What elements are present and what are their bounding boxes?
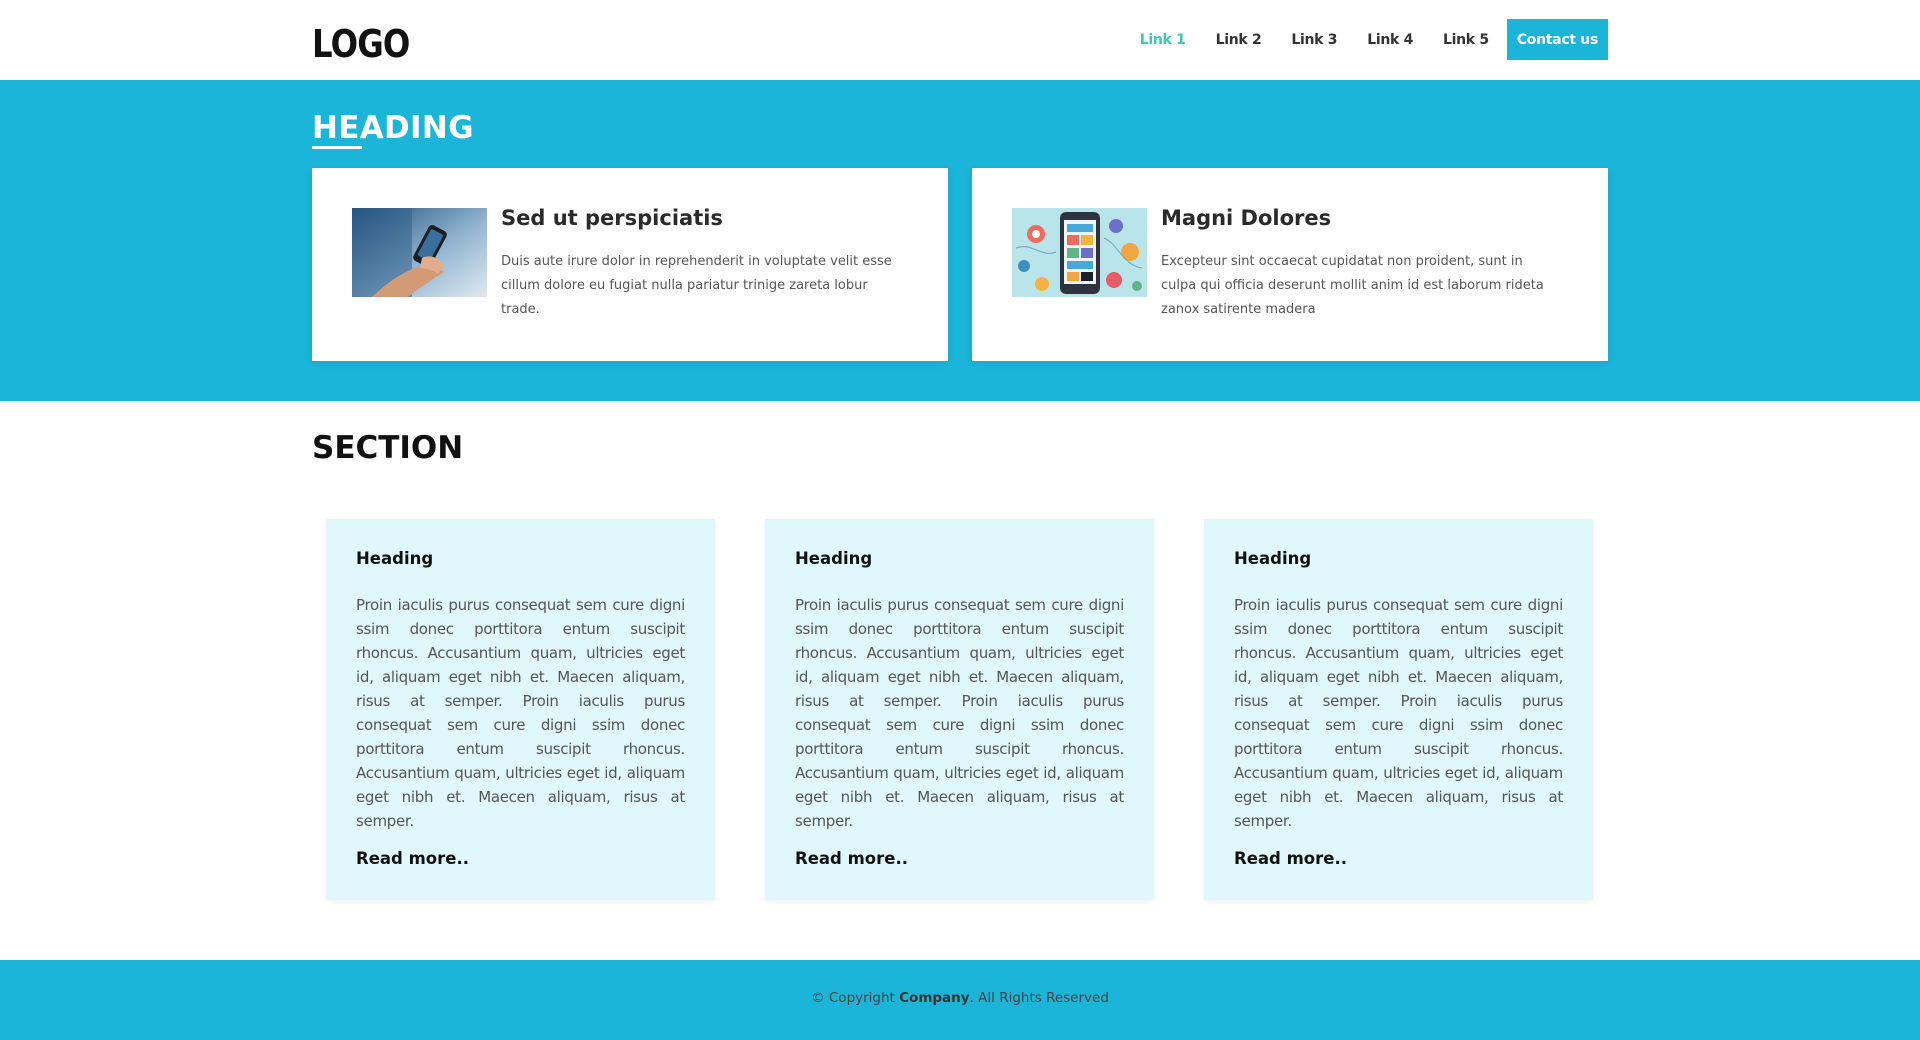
hero-card-2-title: Magni Dolores [1161,206,1332,230]
hero-card-1: Sed ut perspiciatis Duis aute irure dolo… [312,168,948,361]
site-header: LOGO Link 1 Link 2 Link 3 Link 4 Link 5 … [0,0,1920,80]
feature-card-2-title: Heading [795,549,873,568]
nav-link-1[interactable]: Link 1 [1140,32,1186,48]
hero-card-2-text: Excepteur sint occaecat cupidatat non pr… [1161,254,1544,317]
hero-card-1-text: Duis aute irure dolor in reprehenderit i… [501,254,892,317]
hero-section: HEADING Sed ut perspiciatis Duis aute ir… [0,80,1920,401]
feature-card-1-text: Proin iaculis purus consequat sem cure d… [356,596,685,830]
nav-link-5[interactable]: Link 5 [1443,32,1489,48]
feature-card-1: Heading Proin iaculis purus consequat se… [326,519,715,900]
hero-card-2: Magni Dolores Excepteur sint occaecat cu… [972,168,1608,361]
read-more-link-3[interactable]: Read more.. [1234,849,1347,868]
nav-link-3[interactable]: Link 3 [1291,32,1337,48]
copyright-suffix: . All Rights Reserved [969,990,1109,1006]
company-name: Company [899,990,970,1006]
main-nav: Link 1 Link 2 Link 3 Link 4 Link 5 Conta… [1140,19,1608,60]
nav-link-2[interactable]: Link 2 [1216,32,1262,48]
copyright-prefix: © Copyright [811,990,900,1006]
read-more-link-1[interactable]: Read more.. [356,849,469,868]
heading-underline [312,146,362,149]
feature-card-3-text: Proin iaculis purus consequat sem cure d… [1234,596,1563,830]
feature-card-2-text: Proin iaculis purus consequat sem cure d… [795,596,1124,830]
feature-card-3: Heading Proin iaculis purus consequat se… [1204,519,1593,900]
section-title: SECTION [312,430,464,466]
feature-card-3-title: Heading [1234,549,1312,568]
nav-link-4[interactable]: Link 4 [1367,32,1413,48]
feature-card-2: Heading Proin iaculis purus consequat se… [765,519,1154,900]
feature-card-1-title: Heading [356,549,434,568]
hero-card-1-title: Sed ut perspiciatis [501,206,723,230]
phone-apps-illustration [1012,208,1147,297]
content-section: SECTION Heading Proin iaculis purus cons… [0,401,1920,961]
contact-us-button[interactable]: Contact us [1506,19,1608,60]
hero-heading: HEADING [312,110,474,146]
logo[interactable]: LOGO [312,22,410,66]
site-footer: © Copyright Company. All Rights Reserved [0,960,1920,1040]
copyright-text: © Copyright Company. All Rights Reserved [0,990,1920,1006]
read-more-link-2[interactable]: Read more.. [795,849,908,868]
hand-holding-phone-image [352,208,487,297]
